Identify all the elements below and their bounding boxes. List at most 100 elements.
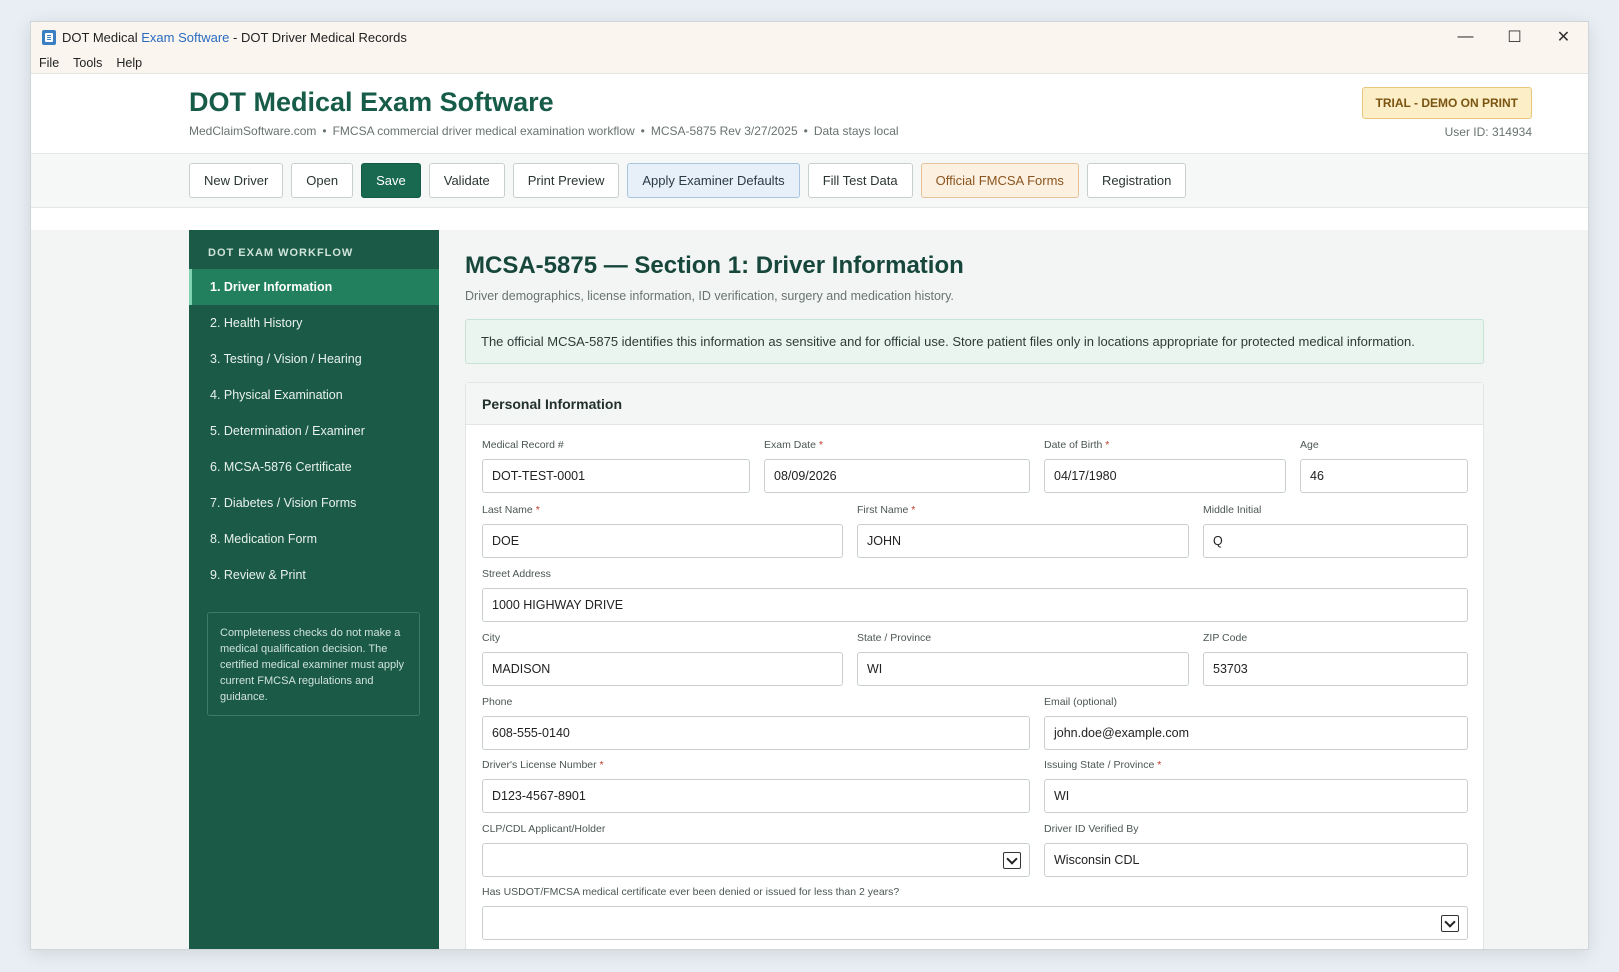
license-number-group: Driver's License Number * D123-4567-8901: [482, 759, 1030, 813]
maximize-button[interactable]: ☐: [1490, 22, 1539, 52]
app-window: DOT Medical Exam Software - DOT Driver M…: [30, 21, 1589, 950]
validate-button[interactable]: Validate: [428, 163, 505, 198]
window-title: DOT Medical Exam Software - DOT Driver M…: [62, 29, 407, 45]
email-input[interactable]: john.doe@example.com: [1044, 716, 1468, 750]
nav-driver-information[interactable]: 1. Driver Information: [189, 269, 439, 305]
personal-information-card: Personal Information Medical Record # DO…: [465, 382, 1484, 949]
official-fmcsa-forms-button[interactable]: Official FMCSA Forms: [920, 163, 1079, 198]
nav-diabetes-vision-forms[interactable]: 7. Diabetes / Vision Forms: [189, 485, 439, 521]
nav-testing-vision-hearing[interactable]: 3. Testing / Vision / Hearing: [189, 341, 439, 377]
registration-button[interactable]: Registration: [1086, 163, 1187, 198]
middle-initial-label: Middle Initial: [1203, 504, 1262, 516]
license-number-input[interactable]: D123-4567-8901: [482, 779, 1030, 813]
exam-date-input[interactable]: 08/09/2026: [764, 459, 1030, 493]
street-input[interactable]: 1000 HIGHWAY DRIVE: [482, 588, 1468, 622]
last-name-input[interactable]: DOE: [482, 524, 843, 558]
state-group: State / Province WI: [857, 632, 1189, 686]
city-label: City: [482, 632, 501, 644]
middle-initial-input[interactable]: Q: [1203, 524, 1468, 558]
license-number-label: Driver's License Number *: [482, 759, 604, 771]
state-input[interactable]: WI: [857, 652, 1189, 686]
nav-determination-examiner[interactable]: 5. Determination / Examiner: [189, 413, 439, 449]
menu-bar: File Tools Help: [31, 52, 1588, 74]
workflow-sidebar: DOT EXAM WORKFLOW 1. Driver Information …: [189, 230, 439, 949]
age-input[interactable]: 46: [1300, 459, 1468, 493]
menu-tools[interactable]: Tools: [73, 56, 102, 70]
sensitivity-notice: The official MCSA-5875 identifies this i…: [465, 319, 1484, 364]
exam-date-label: Exam Date *: [764, 439, 823, 451]
new-driver-button[interactable]: New Driver: [189, 163, 284, 198]
city-group: City MADISON: [482, 632, 843, 686]
medical-record-input[interactable]: DOT-TEST-0001: [482, 459, 750, 493]
completeness-note: Completeness checks do not make a medica…: [207, 612, 420, 716]
zip-group: ZIP Code 53703: [1203, 632, 1468, 686]
user-id: User ID: 314934: [1444, 125, 1532, 139]
dob-input[interactable]: 04/17/1980: [1044, 459, 1286, 493]
nav-physical-examination[interactable]: 4. Physical Examination: [189, 377, 439, 413]
clp-cdl-group: CLP/CDL Applicant/Holder: [482, 823, 1030, 877]
medical-record-group: Medical Record # DOT-TEST-0001: [482, 439, 750, 493]
minimize-icon: —: [1457, 28, 1474, 45]
nav-health-history[interactable]: 2. Health History: [189, 305, 439, 341]
phone-label: Phone: [482, 696, 513, 708]
main-content: MCSA-5875 — Section 1: Driver Informatio…: [465, 230, 1588, 949]
cert-denied-select[interactable]: [482, 906, 1468, 940]
local-data-text: Data stays local: [813, 124, 899, 138]
city-input[interactable]: MADISON: [482, 652, 843, 686]
app-header: DOT Medical Exam Software MedClaimSoftwa…: [31, 74, 1588, 154]
nav-medication-form[interactable]: 8. Medication Form: [189, 521, 439, 557]
id-verified-input[interactable]: Wisconsin CDL: [1044, 843, 1468, 877]
close-button[interactable]: ✕: [1539, 22, 1588, 52]
nav-mcsa-5876-certificate[interactable]: 6. MCSA-5876 Certificate: [189, 449, 439, 485]
id-verified-group: Driver ID Verified By Wisconsin CDL: [1044, 823, 1468, 877]
last-name-label: Last Name *: [482, 504, 540, 516]
chevron-down-icon: [1003, 852, 1021, 869]
street-label: Street Address: [482, 568, 551, 580]
nav-review-print[interactable]: 9. Review & Print: [189, 557, 439, 593]
print-preview-button[interactable]: Print Preview: [512, 163, 620, 198]
fill-test-data-button[interactable]: Fill Test Data: [807, 163, 913, 198]
cert-denied-group: Has USDOT/FMCSA medical certificate ever…: [482, 886, 1468, 940]
minimize-button[interactable]: —: [1441, 22, 1490, 52]
workflow-text: FMCSA commercial driver medical examinat…: [332, 124, 635, 138]
toolbar: New Driver Open Save Validate Print Prev…: [31, 154, 1588, 208]
age-group: Age 46: [1300, 439, 1468, 493]
trial-badge: TRIAL - DEMO ON PRINT: [1361, 87, 1532, 119]
save-button[interactable]: Save: [361, 163, 421, 198]
first-name-label: First Name *: [857, 504, 916, 516]
revision-text: MCSA-5875 Rev 3/27/2025: [650, 124, 798, 138]
issuing-state-group: Issuing State / Province * WI: [1044, 759, 1468, 813]
site-name: MedClaimSoftware.com: [189, 124, 317, 138]
age-label: Age: [1300, 439, 1319, 451]
issuing-state-label: Issuing State / Province *: [1044, 759, 1162, 771]
issuing-state-input[interactable]: WI: [1044, 779, 1468, 813]
zip-input[interactable]: 53703: [1203, 652, 1468, 686]
open-button[interactable]: Open: [291, 163, 354, 198]
maximize-icon: ☐: [1507, 29, 1522, 46]
medical-record-label: Medical Record #: [482, 439, 564, 451]
chevron-down-icon: [1441, 915, 1459, 932]
first-name-input[interactable]: JOHN: [857, 524, 1189, 558]
exam-date-group: Exam Date * 08/09/2026: [764, 439, 1030, 493]
app-icon: [42, 29, 56, 45]
state-label: State / Province: [857, 632, 932, 644]
apply-examiner-defaults-button[interactable]: Apply Examiner Defaults: [627, 163, 800, 198]
section-description: Driver demographics, license information…: [465, 289, 954, 303]
last-name-group: Last Name * DOE: [482, 504, 843, 558]
menu-file[interactable]: File: [39, 56, 59, 70]
clp-cdl-select[interactable]: [482, 843, 1030, 877]
phone-input[interactable]: 608-555-0140: [482, 716, 1030, 750]
close-icon: ✕: [1556, 29, 1571, 46]
cert-denied-label: Has USDOT/FMCSA medical certificate ever…: [482, 886, 900, 898]
zip-label: ZIP Code: [1203, 632, 1248, 644]
clp-cdl-label: CLP/CDL Applicant/Holder: [482, 823, 606, 835]
section-title: MCSA-5875 — Section 1: Driver Informatio…: [465, 252, 964, 279]
menu-help[interactable]: Help: [116, 56, 142, 70]
dob-group: Date of Birth * 04/17/1980: [1044, 439, 1286, 493]
middle-initial-group: Middle Initial Q: [1203, 504, 1468, 558]
card-title: Personal Information: [466, 383, 1483, 425]
brand-title: DOT Medical Exam Software: [189, 87, 554, 117]
title-bar: DOT Medical Exam Software - DOT Driver M…: [31, 22, 1588, 52]
body-area: DOT EXAM WORKFLOW 1. Driver Information …: [31, 230, 1588, 949]
sidebar-title: DOT EXAM WORKFLOW: [208, 247, 354, 259]
